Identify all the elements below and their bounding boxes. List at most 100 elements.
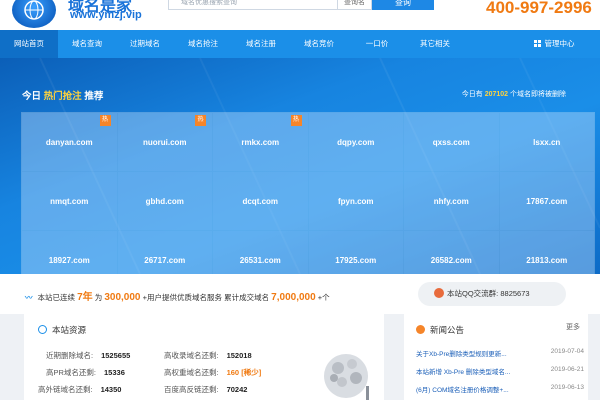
domain-name: lsxx.cn <box>533 137 561 147</box>
domain-cell[interactable]: gbhd.com <box>117 172 212 230</box>
domain-cell[interactable]: nuorui.com 热 <box>117 113 212 171</box>
domain-cell[interactable]: 21813.com <box>499 231 594 274</box>
news-item[interactable]: 本站新增 Xb-Pre 删除类型域名... 2019-06-21 <box>416 366 584 376</box>
domain-cell[interactable]: rmkx.com 热 <box>213 113 308 171</box>
domain-name: 17867.com <box>526 196 568 206</box>
news-title: 新闻公告 <box>416 324 464 336</box>
nav-expired-domains[interactable]: 过期域名 <box>116 30 174 58</box>
stats-years: 7年 <box>77 292 93 303</box>
resources-title-label: 本站资源 <box>52 325 87 335</box>
domain-cell[interactable]: dqpy.com <box>308 113 403 171</box>
domain-cell[interactable]: qxss.com <box>404 113 499 171</box>
domain-name: 17925.com <box>335 255 377 265</box>
domain-name: nmqt.com <box>50 196 89 206</box>
globe-icon <box>38 325 47 334</box>
resource-value: 15336 <box>104 368 125 377</box>
resource-row: 百度高反链还剩: 70242 <box>164 384 247 395</box>
news-more-link[interactable]: 更多 <box>566 322 580 332</box>
nav-domain-search[interactable]: 域名查询 <box>58 30 116 58</box>
domain-cell[interactable]: 26531.com <box>213 231 308 274</box>
resource-row: 高PR域名还剩: 15336 <box>46 367 125 378</box>
nav-other[interactable]: 其它相关 <box>406 30 464 58</box>
hotline-number: 400-997-2996 <box>486 0 592 17</box>
domain-name: rmkx.com <box>241 137 280 147</box>
nav-admin-center[interactable]: 管理中心 <box>508 30 600 58</box>
news-item-date: 2019-06-21 <box>550 366 584 373</box>
qq-group-link[interactable]: 本站QQ交流群: 8825673 <box>418 282 566 306</box>
resource-label: 高权重域名还剩: <box>164 368 219 377</box>
hot-picks-heading: 今日 热门抢注 推荐 <box>22 88 103 102</box>
domain-cell[interactable]: fpyn.com <box>308 172 403 230</box>
domain-cell[interactable]: 17925.com <box>308 231 403 274</box>
resource-row: 高外链域名还剩: 14350 <box>38 384 121 395</box>
resource-value: 1525655 <box>101 351 131 360</box>
deleting-count-value: 207102 <box>484 91 509 98</box>
qq-group-icon <box>434 288 444 298</box>
site-logo[interactable] <box>12 0 56 28</box>
deleting-count: 今日有 207102 个域名即将被删除 <box>462 89 566 99</box>
stats-deals: 7,000,000 <box>271 292 316 303</box>
resource-row: 近期删除域名: 1525655 <box>46 350 130 361</box>
announcement-icon <box>416 325 425 334</box>
nav-domain-backorder[interactable]: 域名抢注 <box>174 30 232 58</box>
globe-illustration <box>324 354 369 400</box>
domain-cell[interactable]: dcqt.com <box>213 172 308 230</box>
resources-title: 本站资源 <box>38 324 86 336</box>
site-resources-panel: 本站资源 近期删除域名: 1525655 高收录域名还剩: 152018 高PR域名… <box>24 314 384 400</box>
search-type-select[interactable]: 查询名 <box>338 0 372 10</box>
nav-home[interactable]: 网站首页 <box>0 30 58 58</box>
news-item[interactable]: 关于Xb-Pre删除类型规则更新... 2019-07-04 <box>416 348 584 358</box>
domain-name: fpyn.com <box>337 196 374 206</box>
domain-cell[interactable]: nhfy.com <box>404 172 499 230</box>
search-input[interactable]: 域名优惠搜索查询 <box>168 0 338 10</box>
resource-row: 高权重域名还剩: 160 [稀少] <box>164 367 261 378</box>
resource-value: 70242 <box>226 385 248 394</box>
hot-picks-suffix: 推荐 <box>84 91 104 102</box>
stats-part4: 累计成交域名 <box>224 293 270 302</box>
hot-badge: 热 <box>99 115 111 126</box>
news-item[interactable]: (6月) COM域名注册价格调整+... 2019-06-13 <box>416 384 584 394</box>
hot-domains-banner: 今日 热门抢注 推荐 今日有 207102 个域名即将被删除 danyan.co… <box>0 58 600 274</box>
qq-number: 8825673 <box>500 289 530 298</box>
resource-label: 百度高反链还剩: <box>164 385 219 394</box>
nav-domain-auction[interactable]: 域名竞价 <box>290 30 348 58</box>
news-item-date: 2019-07-04 <box>550 348 584 355</box>
stats-bar: 〰本站已连续 7年 为 300,000 +用户提供优质域名服务 累计成交域名 7… <box>0 274 600 314</box>
hot-picks-prefix: 今日 <box>22 91 42 102</box>
news-panel: 新闻公告 更多 关于Xb-Pre删除类型规则更新... 2019-07-04 本站… <box>404 314 588 400</box>
nav-fixed-price[interactable]: 一口价 <box>348 30 406 58</box>
stats-part3: +用户提供优质域名服务 <box>142 293 222 302</box>
domain-name: 18927.com <box>48 255 90 265</box>
domain-name: 26531.com <box>239 255 281 265</box>
domain-cell[interactable]: 17867.com <box>499 172 594 230</box>
domain-cell[interactable]: lsxx.cn <box>499 113 594 171</box>
domain-cell[interactable]: 26582.com <box>404 231 499 274</box>
nav-domain-register[interactable]: 域名注册 <box>232 30 290 58</box>
hot-picks-highlight: 热门抢注 <box>43 91 82 102</box>
service-stats: 〰本站已连续 7年 为 300,000 +用户提供优质域名服务 累计成交域名 7… <box>25 288 330 303</box>
stats-part1: 本站已连续 <box>37 293 76 302</box>
qq-label: 本站QQ交流群: <box>447 289 499 298</box>
resource-label: 近期删除域名: <box>46 351 94 360</box>
news-item-text: (6月) COM域名注册价格调整+... <box>416 387 509 394</box>
resource-label: 高外链域名还剩: <box>38 385 93 394</box>
domain-cell[interactable]: 18927.com <box>22 231 117 274</box>
trend-icon: 〰 <box>25 293 33 302</box>
domain-name: nuorui.com <box>142 137 187 147</box>
domain-cell[interactable]: danyan.com 热 <box>22 113 117 171</box>
domain-name: danyan.com <box>45 137 93 147</box>
top-header: 域名是家 www.ymzj.vip 域名优惠搜索查询 查询名 查询 400-99… <box>0 0 600 30</box>
domain-name: 21813.com <box>526 255 568 265</box>
domain-name: gbhd.com <box>145 196 184 206</box>
stats-part2: 为 <box>94 293 103 302</box>
domain-cell[interactable]: nmqt.com <box>22 172 117 230</box>
hot-badge: 热 <box>195 115 206 126</box>
search-button[interactable]: 查询 <box>372 0 434 10</box>
hot-badge: 热 <box>290 115 302 126</box>
news-item-date: 2019-06-13 <box>550 384 584 391</box>
resource-value: 160 [稀少] <box>226 368 262 377</box>
domain-name: qxss.com <box>432 137 470 147</box>
domain-cell[interactable]: 26717.com <box>117 231 212 274</box>
logo-url: www.ymzj.vip <box>70 9 142 21</box>
